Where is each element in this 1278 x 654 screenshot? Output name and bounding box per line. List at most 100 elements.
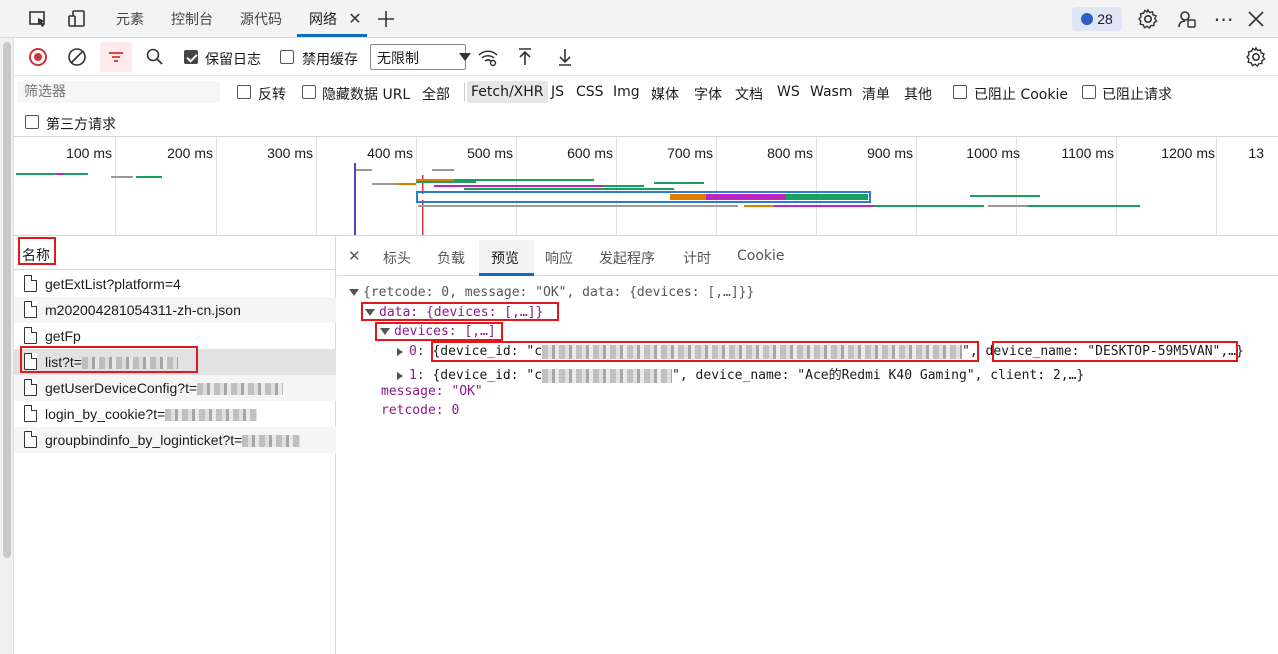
document-icon — [24, 431, 37, 448]
disable-cache-label: 禁用缓存 — [302, 52, 358, 68]
type-font[interactable]: 字体 — [694, 84, 722, 104]
hide-data-url-checkbox[interactable] — [302, 85, 316, 99]
highlight-box — [375, 322, 503, 341]
highlight-box — [992, 341, 1238, 362]
tab-preview[interactable]: 预览 — [491, 248, 519, 268]
request-row[interactable]: groupbindinfo_by_loginticket?t= — [14, 427, 336, 453]
tab-timing[interactable]: 计时 — [683, 248, 711, 268]
chevron-down-icon — [459, 53, 471, 61]
request-name: m202004281054311-zh-cn.json — [45, 302, 241, 318]
type-other[interactable]: 其他 — [904, 84, 932, 104]
active-tab-indicator — [297, 34, 367, 37]
type-doc[interactable]: 文档 — [735, 84, 763, 104]
request-name: getUserDeviceConfig?t= — [45, 380, 284, 396]
customize-icon[interactable] — [1175, 7, 1199, 31]
request-row[interactable]: m202004281054311-zh-cn.json — [14, 297, 336, 323]
inspect-element-icon[interactable] — [26, 7, 50, 31]
scrollbar-thumb[interactable] — [3, 42, 11, 558]
export-har-button[interactable] — [553, 45, 577, 69]
type-ws[interactable]: WS — [777, 84, 800, 100]
blocked-cookies-checkbox[interactable] — [953, 85, 967, 99]
filter-icon — [104, 45, 128, 69]
preserve-log-checkbox[interactable] — [184, 50, 198, 64]
type-css[interactable]: CSS — [576, 84, 604, 100]
hide-data-url-label: 隐藏数据 URL — [322, 87, 411, 103]
tab-response[interactable]: 响应 — [545, 248, 573, 268]
more-options-icon[interactable]: ⋯ — [1212, 7, 1236, 31]
blocked-requests-checkbox[interactable] — [1082, 85, 1096, 99]
highlight-box — [18, 237, 56, 265]
add-tab-icon[interactable] — [374, 7, 398, 31]
device-emulation-icon[interactable] — [65, 7, 89, 31]
upload-icon — [519, 48, 531, 65]
third-party-checkbox[interactable] — [25, 115, 39, 129]
json-root[interactable]: {retcode: 0, message: "OK", data: {devic… — [349, 285, 754, 300]
issues-icon — [1081, 13, 1094, 25]
search-button[interactable] — [143, 45, 167, 69]
document-icon — [24, 405, 37, 422]
name-column-header[interactable]: 名称 — [14, 236, 336, 270]
timeline-overview[interactable]: 100 ms 200 ms 300 ms 400 ms 500 ms 600 m… — [14, 136, 1278, 236]
type-img[interactable]: Img — [613, 84, 640, 100]
search-icon — [146, 48, 163, 65]
settings-gear-icon[interactable] — [1136, 7, 1160, 31]
tab-initiator[interactable]: 发起程序 — [599, 248, 655, 268]
disable-cache-checkbox[interactable] — [280, 50, 294, 64]
throttle-select[interactable]: 无限制 — [370, 44, 466, 70]
network-conditions-button[interactable] — [476, 45, 500, 69]
clear-button[interactable] — [65, 45, 89, 69]
redacted-text — [242, 435, 301, 448]
filter-input[interactable] — [18, 81, 220, 103]
expand-triangle-icon — [397, 371, 403, 380]
expand-triangle-icon — [397, 347, 403, 356]
tab-network[interactable]: 网络 — [309, 9, 337, 29]
tab-sources[interactable]: 源代码 — [240, 9, 282, 29]
blocked-requests-label: 已阻止请求 — [1102, 87, 1172, 103]
highlight-box — [361, 302, 559, 321]
download-icon — [559, 49, 571, 66]
import-har-button[interactable] — [513, 45, 537, 69]
json-message[interactable]: message: "OK" — [381, 384, 483, 399]
close-tab-icon[interactable]: ✕ — [343, 7, 367, 31]
blocked-cookies-label: 已阻止 Cookie — [974, 87, 1068, 103]
type-wasm[interactable]: Wasm — [810, 84, 852, 100]
type-media[interactable]: 媒体 — [651, 84, 679, 104]
invert-checkbox[interactable] — [237, 85, 251, 99]
type-manifest[interactable]: 清单 — [862, 84, 890, 104]
network-settings-button[interactable] — [1244, 45, 1268, 69]
issues-count: 28 — [1097, 11, 1113, 27]
request-name: getExtList?platform=4 — [45, 276, 181, 292]
json-retcode[interactable]: retcode: 0 — [381, 403, 459, 418]
tab-headers[interactable]: 标头 — [383, 248, 411, 268]
json-device-1[interactable]: 1: {device_id: "c ", device_name: "Ace的Re… — [397, 364, 1084, 383]
third-party-label: 第三方请求 — [46, 117, 116, 133]
issues-badge[interactable]: 28 — [1072, 7, 1122, 31]
request-row[interactable]: login_by_cookie?t= — [14, 401, 336, 427]
highlight-box — [431, 341, 979, 362]
document-icon — [24, 301, 37, 318]
record-button[interactable] — [26, 45, 50, 69]
invert-label: 反转 — [258, 87, 286, 103]
redacted-text — [542, 368, 673, 383]
left-scrollbar[interactable] — [0, 38, 14, 654]
expand-triangle-icon — [349, 289, 359, 296]
type-all[interactable]: 全部 — [422, 84, 450, 104]
wifi-settings-icon — [478, 50, 498, 67]
close-detail-icon[interactable]: ✕ — [348, 247, 361, 265]
clear-icon — [68, 48, 86, 66]
request-name: login_by_cookie?t= — [45, 406, 258, 422]
request-detail-pane: ✕ 标头 负载 预览 响应 发起程序 计时 Cookie {retcode: 0… — [337, 236, 1278, 654]
document-icon — [24, 275, 37, 292]
tab-console[interactable]: 控制台 — [171, 9, 213, 29]
network-toolbar: 保留日志 禁用缓存 无限制 — [14, 38, 1278, 76]
type-js[interactable]: JS — [551, 84, 564, 100]
type-fetch-xhr[interactable]: Fetch/XHR — [467, 81, 548, 103]
tab-cookies[interactable]: Cookie — [737, 248, 785, 264]
active-tab-underline — [479, 273, 534, 276]
detail-tabs: ✕ 标头 负载 预览 响应 发起程序 计时 Cookie — [337, 236, 1278, 276]
request-row[interactable]: getUserDeviceConfig?t= — [14, 375, 336, 401]
tab-payload[interactable]: 负载 — [437, 248, 465, 268]
close-devtools-icon[interactable] — [1244, 7, 1268, 31]
tab-elements[interactable]: 元素 — [116, 9, 144, 29]
request-row[interactable]: getExtList?platform=4 — [14, 271, 336, 297]
